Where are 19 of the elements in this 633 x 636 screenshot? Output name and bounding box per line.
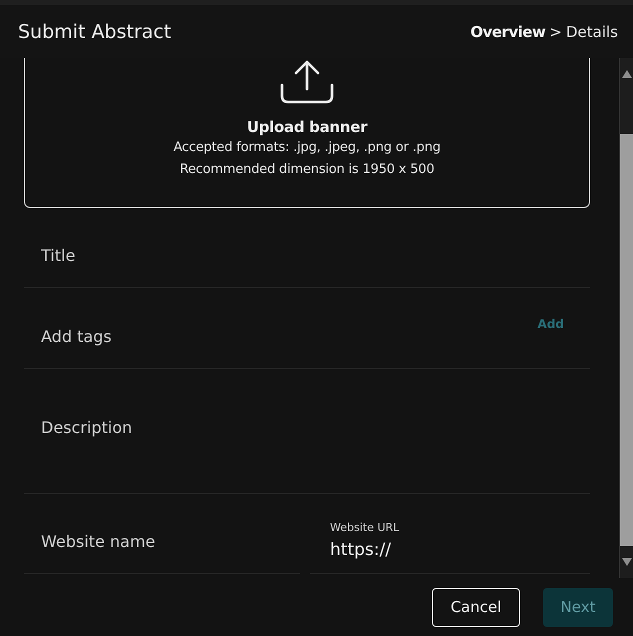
text-field[interactable]: Title	[24, 208, 590, 288]
upload-icon	[279, 59, 335, 105]
dialog-title: Submit Abstract	[18, 20, 172, 42]
url-field[interactable]: Website URL https://	[310, 494, 590, 574]
upload-hint: Recommended dimension is 1950 x 500	[180, 161, 434, 179]
breadcrumb-separator: >	[549, 22, 562, 40]
url-input[interactable]: https://	[330, 539, 420, 561]
url-field-label: Website URL	[330, 521, 400, 535]
breadcrumb-link[interactable]: Details	[566, 22, 618, 40]
upload-dropzone[interactable]: Upload banner Accepted formats: .jpg, .jpeg, .png or .png Recommended dimension is 1950 x 500	[24, 58, 590, 208]
scrollbar-thumb[interactable]	[620, 134, 633, 546]
breadcrumb-link[interactable]: Overview	[470, 22, 546, 40]
upload-title: Upload banner	[246, 117, 368, 137]
cancel-button[interactable]: Cancel	[432, 588, 520, 626]
scroll-down-icon[interactable]	[622, 558, 632, 566]
upload-hint: Accepted formats: .jpg, .jpeg, .png or .png	[173, 139, 441, 157]
text-field[interactable]: Website name	[24, 494, 300, 574]
description-field[interactable]: Description	[24, 369, 590, 494]
scroll-up-icon[interactable]	[622, 70, 632, 78]
